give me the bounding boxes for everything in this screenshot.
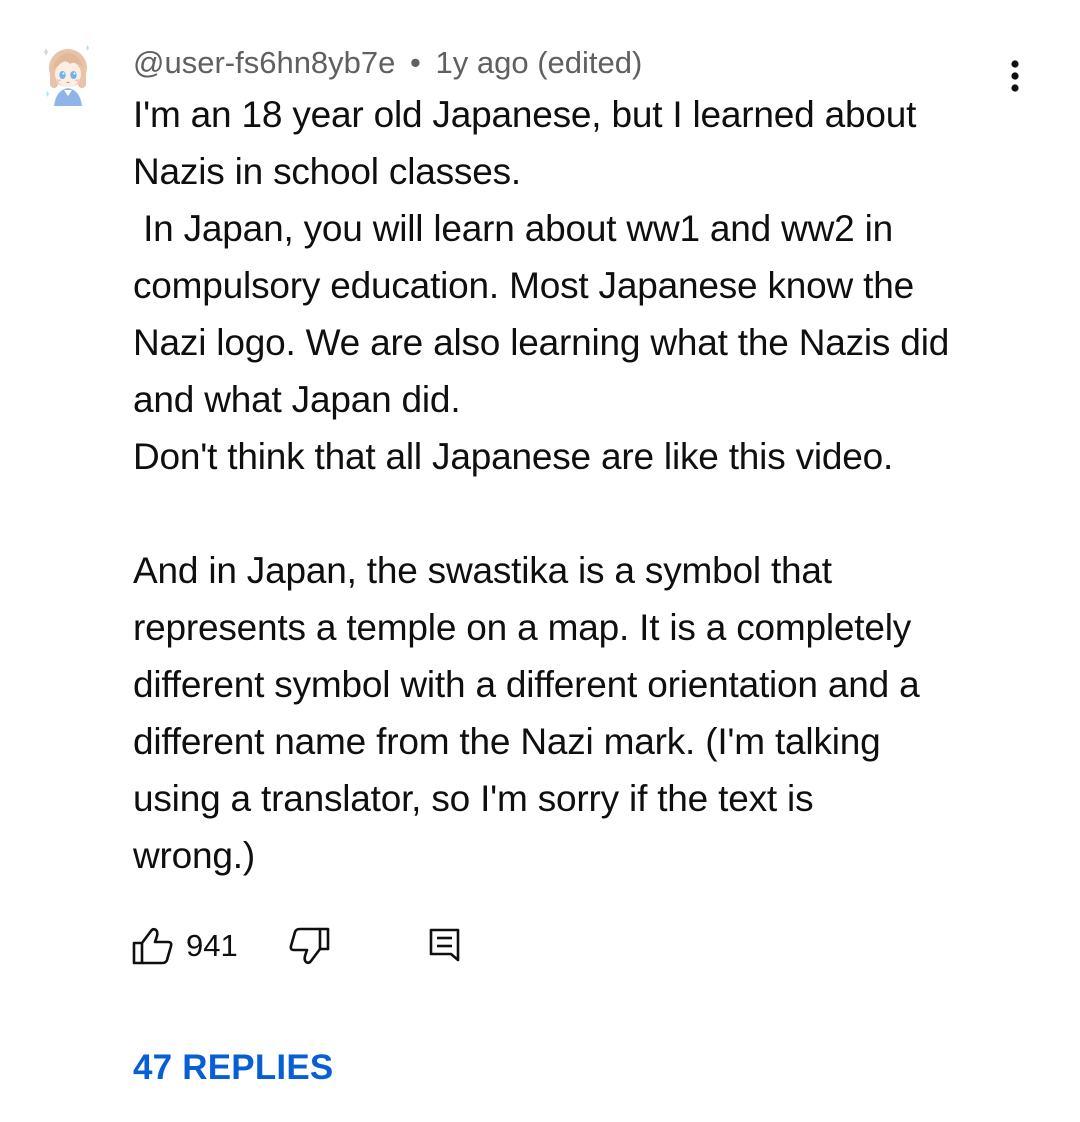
like-count: 941 bbox=[186, 928, 238, 963]
reply-comment-icon bbox=[429, 928, 460, 962]
thumb-down-icon bbox=[289, 927, 330, 965]
comment-time: 1y ago bbox=[435, 45, 529, 80]
comment-meta: @user-fs6hn8yb7e • 1y ago (edited) bbox=[133, 44, 642, 82]
dislike-button[interactable] bbox=[287, 926, 331, 966]
comment-text: I'm an 18 year old Japanese, but I learn… bbox=[133, 94, 950, 876]
edited-label: (edited) bbox=[537, 45, 643, 80]
avatar[interactable] bbox=[40, 44, 96, 108]
like-button[interactable] bbox=[131, 926, 175, 966]
thumb-up-icon bbox=[132, 927, 173, 965]
comment-author[interactable]: @user-fs6hn8yb7e bbox=[133, 45, 395, 80]
avatar-image bbox=[44, 45, 89, 106]
view-replies-button[interactable]: 47 REPLIES bbox=[133, 1046, 333, 1090]
comment-actions: 941 bbox=[131, 920, 531, 972]
meta-separator: • bbox=[410, 45, 421, 80]
reply-button[interactable] bbox=[427, 926, 463, 966]
